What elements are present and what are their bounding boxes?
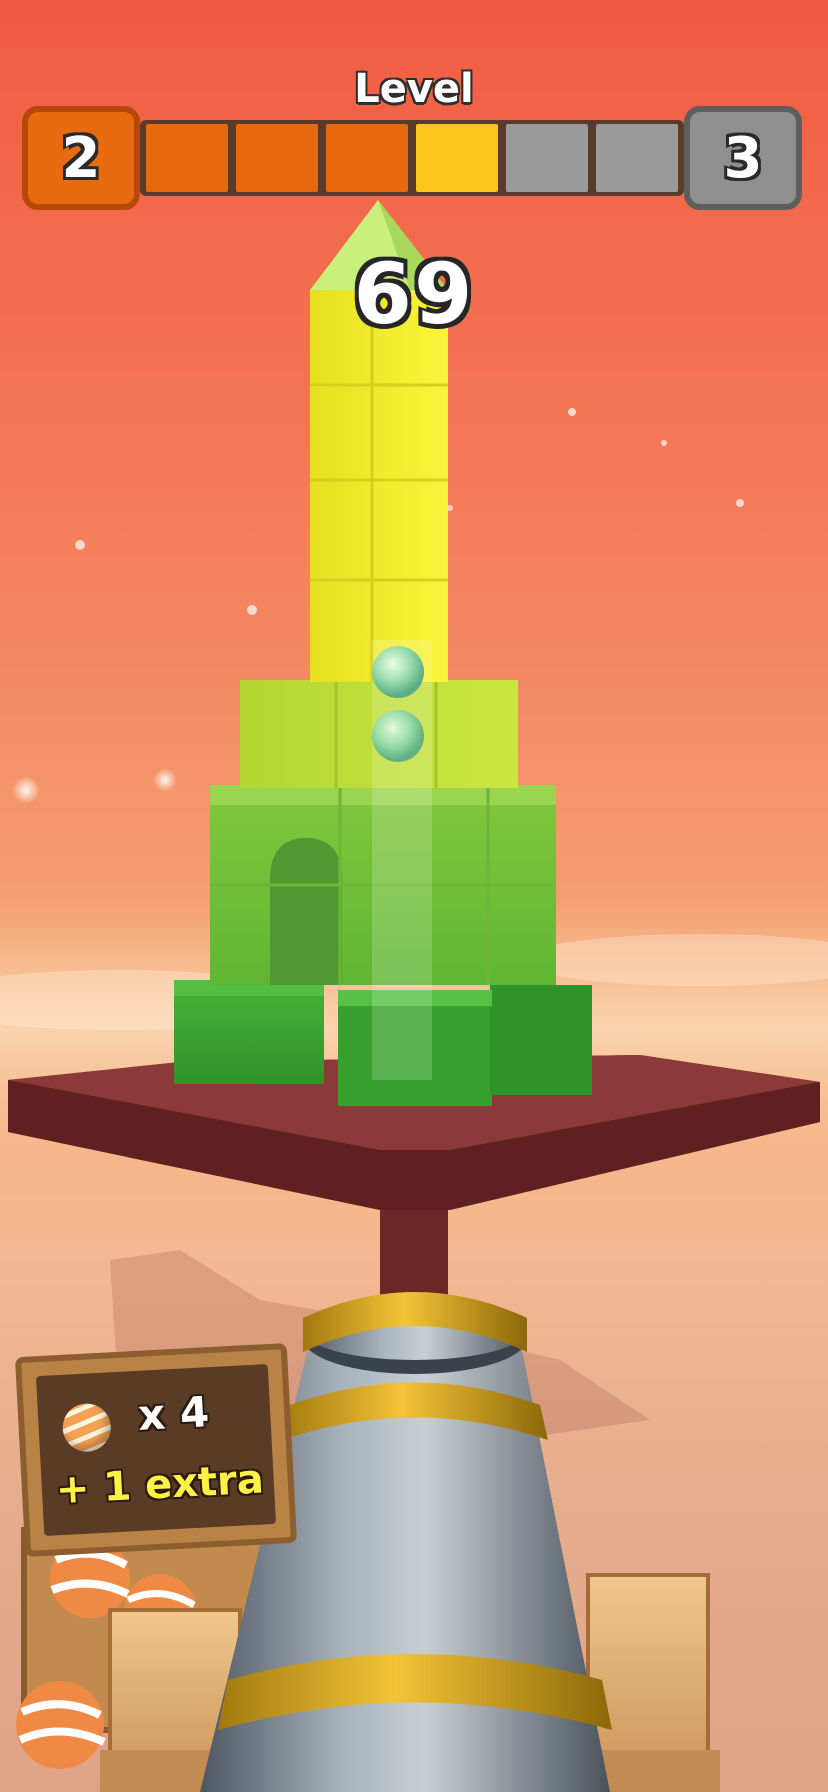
ammo-sign-board: x 4 + 1 extra — [35, 1364, 277, 1536]
progress-segment-active — [416, 124, 498, 192]
ammo-multiplier: x 4 — [136, 1387, 211, 1440]
progress-segment — [146, 124, 228, 192]
progress-segment — [506, 124, 588, 192]
progress-segment — [596, 124, 678, 192]
level-hud: Level 2 3 — [0, 0, 828, 230]
level-progress-bar — [140, 120, 684, 196]
progress-segment — [326, 124, 408, 192]
next-level-badge: 3 — [684, 106, 802, 210]
ammo-sign: x 4 + 1 extra — [14, 1343, 298, 1557]
progress-segment — [236, 124, 318, 192]
current-level-badge: 2 — [22, 106, 140, 210]
striped-ball-icon — [61, 1402, 112, 1453]
score-counter: 69 — [353, 245, 475, 343]
ammo-bonus: + 1 extra — [54, 1456, 265, 1514]
